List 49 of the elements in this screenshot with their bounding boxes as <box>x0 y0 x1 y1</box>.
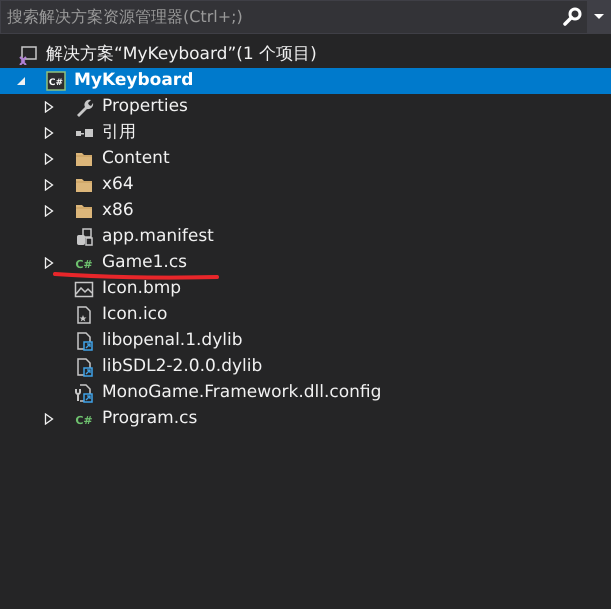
expand-icon[interactable] <box>44 413 54 425</box>
tree-item[interactable]: Icon.ico <box>0 302 611 328</box>
tree-item[interactable]: 解决方案“MyKeyboard”(1 个项目) <box>0 42 611 68</box>
item-label: libopenal.1.dylib <box>102 329 243 352</box>
config-file-icon <box>74 383 94 403</box>
item-label: app.manifest <box>102 225 214 248</box>
item-label: x64 <box>102 173 134 196</box>
expand-icon[interactable] <box>44 257 54 269</box>
tree-item[interactable]: x64 <box>0 172 611 198</box>
item-label: 解决方案“MyKeyboard”(1 个项目) <box>46 43 317 66</box>
item-label: MonoGame.Framework.dll.config <box>102 381 382 404</box>
tree-item[interactable]: Icon.bmp <box>0 276 611 302</box>
expand-icon[interactable] <box>44 127 54 139</box>
item-label: Content <box>102 147 170 170</box>
item-label: Icon.bmp <box>102 277 182 300</box>
search-field[interactable]: 搜索解决方案资源管理器(Ctrl+;) <box>0 0 611 34</box>
item-label: 引用 <box>102 121 136 144</box>
tree-item[interactable]: libSDL2-2.0.0.dylib <box>0 354 611 380</box>
csharp-file-icon: C# <box>74 253 94 273</box>
caret-icon <box>594 14 604 20</box>
tree-item[interactable]: C# Program.cs <box>0 406 611 432</box>
item-label: Game1.cs <box>102 251 188 274</box>
tree-item[interactable]: Content <box>0 146 611 172</box>
expand-icon[interactable] <box>44 101 54 113</box>
item-label: Properties <box>102 95 188 118</box>
item-label: MyKeyboard <box>74 69 194 92</box>
csharp-project-icon: C# <box>46 71 66 91</box>
image-file-icon <box>74 279 94 299</box>
solution-icon <box>18 45 38 65</box>
item-label: x86 <box>102 199 134 222</box>
item-label: Icon.ico <box>102 303 168 326</box>
tree-item[interactable]: Properties <box>0 94 611 120</box>
tree-item[interactable]: C# Game1.cs <box>0 250 611 276</box>
tree-item[interactable]: C# MyKeyboard <box>0 68 611 94</box>
csharp-file-icon: C# <box>74 409 94 429</box>
tree-item[interactable]: libopenal.1.dylib <box>0 328 611 354</box>
tree-item[interactable]: MonoGame.Framework.dll.config <box>0 380 611 406</box>
search-input[interactable]: 搜索解决方案资源管理器(Ctrl+;) <box>1 5 559 29</box>
tree-item[interactable]: app.manifest <box>0 224 611 250</box>
manifest-icon <box>74 227 94 247</box>
expand-icon[interactable] <box>44 205 54 217</box>
search-icon <box>563 7 583 27</box>
item-label: libSDL2-2.0.0.dylib <box>102 355 262 378</box>
collapse-icon[interactable] <box>16 75 26 87</box>
tree-item[interactable]: x86 <box>0 198 611 224</box>
tree-item[interactable]: 引用 <box>0 120 611 146</box>
item-label: Program.cs <box>102 407 198 430</box>
expand-icon[interactable] <box>44 153 54 165</box>
expand-icon[interactable] <box>44 179 54 191</box>
